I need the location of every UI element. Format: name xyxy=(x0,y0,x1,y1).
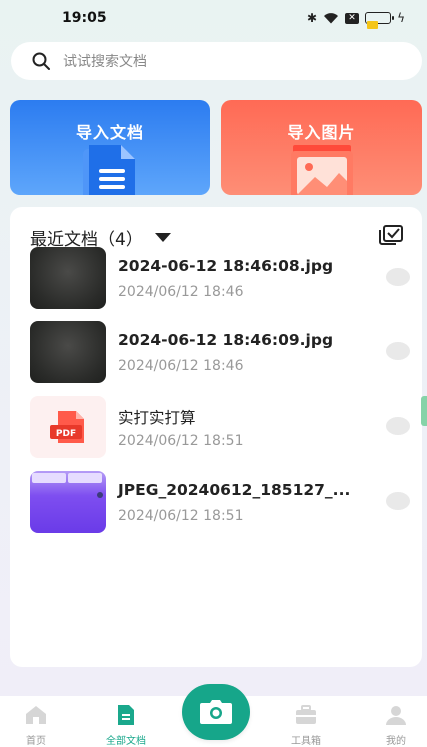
nav-profile-label: 我的 xyxy=(386,736,406,747)
camera-icon xyxy=(200,700,232,724)
nav-toolbox[interactable]: 工具箱 xyxy=(276,704,336,747)
search-icon xyxy=(32,52,50,70)
recent-documents-panel: 最近文档（4） 2024-06-12 18:46:08.jpg 2024/06/… xyxy=(10,207,422,667)
import-image-label: 导入图片 xyxy=(287,123,356,142)
thumbnail xyxy=(30,471,106,533)
battery-fill xyxy=(367,21,379,29)
battery-icon xyxy=(365,12,395,29)
select-radio[interactable] xyxy=(386,417,410,435)
list-item[interactable]: 2024-06-12 18:46:08.jpg 2024/06/12 18:46 xyxy=(30,247,410,309)
document-name: 实打实打算 xyxy=(118,409,196,427)
nav-all-documents[interactable]: 全部文档 xyxy=(96,704,156,747)
select-radio[interactable] xyxy=(386,268,410,286)
document-name: JPEG_20240612_185127_... xyxy=(118,481,351,499)
image-icon xyxy=(290,145,353,195)
document-icon xyxy=(118,705,134,725)
nav-home-label: 首页 xyxy=(26,736,46,747)
status-time: 19:05 xyxy=(62,10,107,26)
document-icon xyxy=(83,145,135,195)
nav-home[interactable]: 首页 xyxy=(6,704,66,747)
status-icons: ✱ ✕ ϟ xyxy=(307,11,405,29)
bluetooth-icon: ✱ xyxy=(307,11,318,25)
home-icon xyxy=(26,706,46,724)
thumbnail xyxy=(30,247,106,309)
thumbnail: PDF xyxy=(30,396,106,458)
import-document-card[interactable]: 导入文档 xyxy=(10,100,210,195)
side-drawer-handle[interactable] xyxy=(421,396,427,426)
dropdown-caret-icon xyxy=(154,233,171,242)
wifi-icon xyxy=(324,13,339,24)
document-date: 2024/06/12 18:46 xyxy=(118,358,244,374)
list-item[interactable]: PDF 实打实打算 2024/06/12 18:51 xyxy=(30,396,410,458)
pdf-icon: PDF xyxy=(50,411,84,443)
profile-icon xyxy=(386,706,406,725)
select-radio[interactable] xyxy=(386,342,410,360)
document-name: 2024-06-12 18:46:09.jpg xyxy=(118,331,334,349)
thumbnail xyxy=(30,321,106,383)
sim-x-icon: ✕ xyxy=(345,12,360,24)
status-bar: 19:05 ✱ ✕ ϟ xyxy=(0,0,427,36)
toolbox-icon xyxy=(296,705,316,724)
select-radio[interactable] xyxy=(386,492,410,510)
document-date: 2024/06/12 18:51 xyxy=(118,433,244,449)
nav-toolbox-label: 工具箱 xyxy=(291,736,321,747)
screenshot-preview xyxy=(32,473,103,498)
nav-all-documents-label: 全部文档 xyxy=(106,736,146,747)
search-placeholder: 试试搜索文档 xyxy=(63,54,147,70)
import-document-label: 导入文档 xyxy=(75,123,144,142)
document-date: 2024/06/12 18:46 xyxy=(118,284,244,300)
charging-icon: ϟ xyxy=(397,11,405,25)
import-image-card[interactable]: 导入图片 xyxy=(221,100,422,195)
pdf-badge-text: PDF xyxy=(56,429,76,439)
nav-profile[interactable]: 我的 xyxy=(366,704,426,747)
document-name: 2024-06-12 18:46:08.jpg xyxy=(118,257,334,275)
multi-select-icon[interactable] xyxy=(378,224,404,246)
list-item[interactable]: JPEG_20240612_185127_... 2024/06/12 18:5… xyxy=(30,471,410,533)
list-item[interactable]: 2024-06-12 18:46:09.jpg 2024/06/12 18:46 xyxy=(30,321,410,383)
search-bar[interactable]: 试试搜索文档 xyxy=(11,42,422,80)
camera-button[interactable] xyxy=(182,684,250,740)
document-date: 2024/06/12 18:51 xyxy=(118,508,244,524)
